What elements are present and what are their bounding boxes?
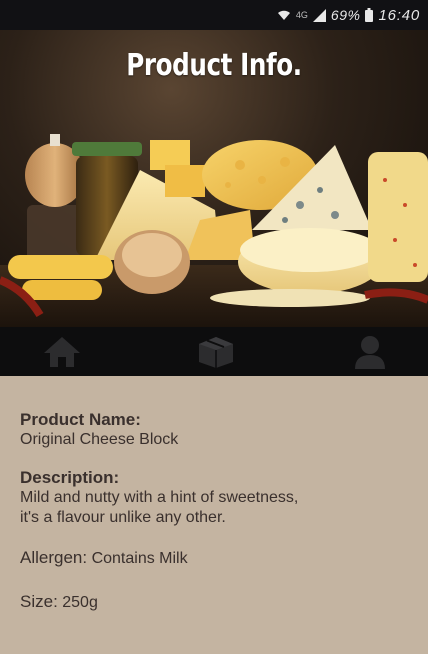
signal-icon [312, 8, 326, 22]
product-details: Product Name: Original Cheese Block Desc… [0, 376, 428, 654]
description-field: Description: Mild and nutty with a hint … [20, 468, 408, 528]
battery-icon [365, 8, 374, 22]
size-value: 250g [62, 594, 98, 611]
hero-banner: Product Info. [0, 30, 428, 327]
allergen-value: Contains Milk [91, 550, 188, 567]
description-line-2: it's a flavour unlike any other. [20, 509, 226, 526]
user-icon [354, 334, 386, 370]
product-name-label: Product Name: [20, 410, 141, 429]
battery-percent: 69% [330, 7, 361, 23]
product-name-value: Original Cheese Block [20, 431, 179, 448]
nav-home[interactable] [40, 332, 84, 372]
nav-profile[interactable] [348, 332, 392, 372]
allergen-label: Allergen: [20, 548, 88, 567]
bottom-nav [0, 327, 428, 376]
wifi-icon [277, 9, 291, 21]
box-icon [197, 335, 235, 369]
description-label: Description: [20, 468, 120, 487]
page-title: Product Info. [126, 48, 302, 83]
allergen-field: Allergen: Contains Milk [20, 548, 408, 569]
network-type: 4G [295, 10, 308, 20]
description-line-1: Mild and nutty with a hint of sweetness, [20, 489, 299, 506]
size-field: Size: 250g [20, 592, 408, 613]
nav-products[interactable] [194, 332, 238, 372]
size-label: Size: [20, 592, 58, 611]
clock-time: 16:40 [378, 6, 420, 24]
status-bar: 4G 69% 16:40 [0, 0, 428, 30]
product-name-field: Product Name: Original Cheese Block [20, 410, 408, 450]
home-icon [42, 335, 82, 369]
